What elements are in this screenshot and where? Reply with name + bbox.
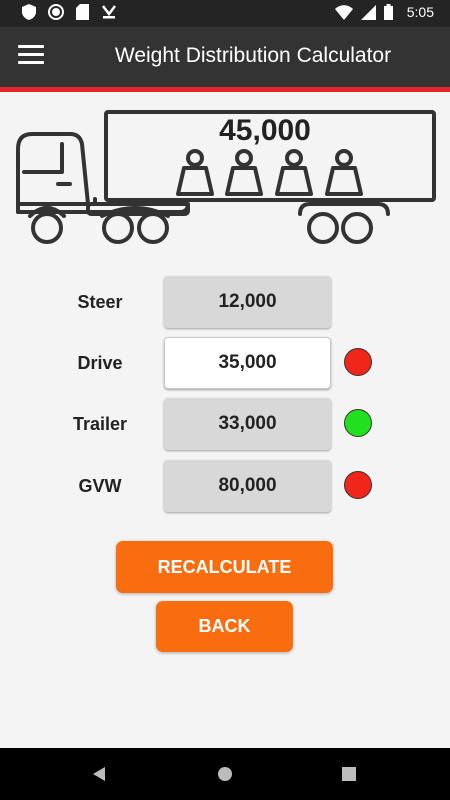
row-steer: Steer 12,000	[0, 276, 450, 330]
page-title: Weight Distribution Calculator	[114, 44, 392, 67]
trailer-status-indicator	[344, 409, 372, 437]
row-drive: Drive 35,000	[0, 337, 450, 391]
drive-value-input[interactable]: 35,000	[164, 337, 331, 389]
sd-card-icon	[76, 4, 89, 20]
signal-icon	[360, 4, 376, 20]
wifi-icon	[334, 4, 353, 20]
accent-divider	[0, 87, 450, 92]
row-trailer: Trailer 33,000	[0, 398, 450, 452]
drive-label: Drive	[77, 353, 123, 373]
back-button[interactable]: BACK	[156, 601, 293, 652]
home-icon[interactable]	[217, 766, 233, 782]
trailer-label: Trailer	[72, 414, 128, 434]
trailer-value-field: 33,000	[164, 398, 331, 450]
gvw-status-indicator	[344, 471, 372, 499]
recalculate-button[interactable]: RECALCULATE	[116, 541, 333, 593]
status-bar: 5:05	[0, 0, 450, 27]
status-left-icons	[22, 4, 117, 20]
recents-icon[interactable]	[342, 767, 356, 781]
back-icon[interactable]	[92, 766, 106, 782]
steer-value-field: 12,000	[164, 276, 331, 328]
navigation-bar	[0, 748, 450, 800]
circle-icon	[48, 4, 64, 20]
status-time: 5:05	[406, 4, 434, 20]
gvw-label: GVW	[78, 476, 122, 496]
battery-icon	[383, 4, 393, 20]
row-gvw: GVW 80,000	[0, 460, 450, 514]
shield-icon	[22, 4, 36, 20]
download-icon	[102, 5, 116, 19]
status-right-icons: 5:05	[334, 4, 434, 20]
trailer-load-value: 45,000	[219, 114, 311, 147]
steer-label: Steer	[77, 292, 123, 312]
app-bar: Weight Distribution Calculator	[0, 27, 450, 87]
drive-status-indicator	[344, 348, 372, 376]
gvw-value-field: 80,000	[164, 460, 331, 512]
